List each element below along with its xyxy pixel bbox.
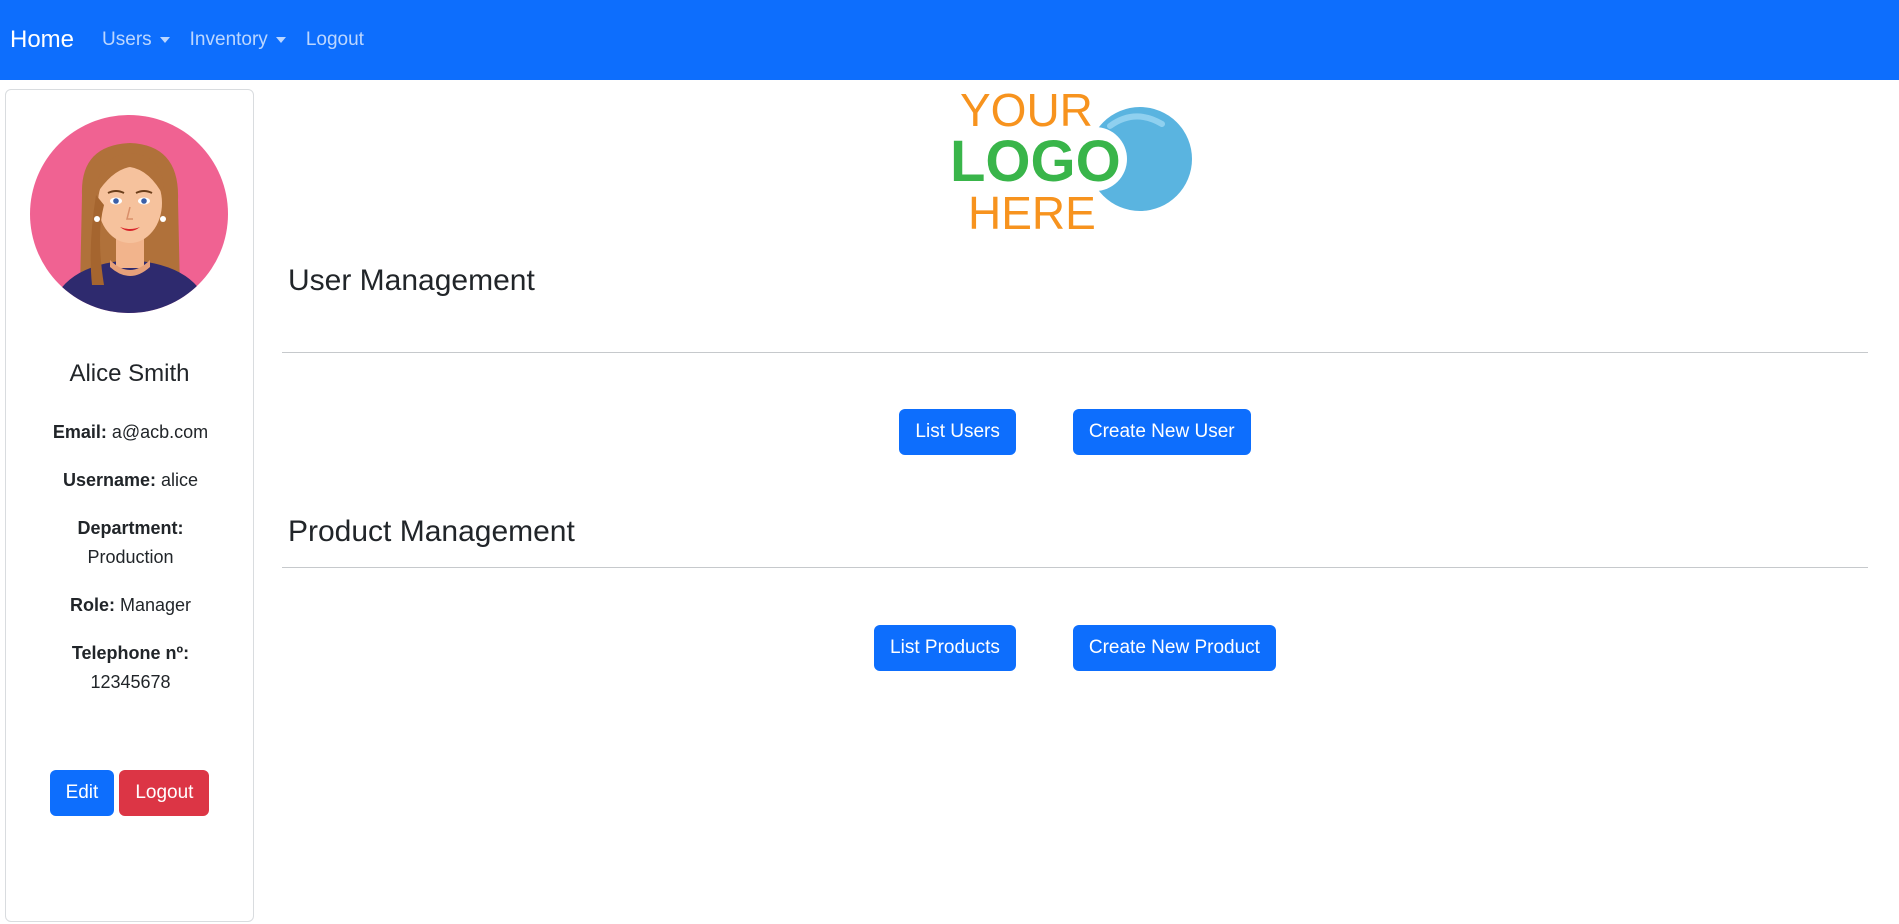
- department-label: Department:: [77, 518, 184, 538]
- profile-role: Role: Manager: [26, 591, 235, 620]
- user-management-title: User Management: [288, 264, 535, 297]
- profile-card: Alice Smith Email: a@acb.com Username: a…: [5, 89, 254, 922]
- profile-email: Email: a@acb.com: [26, 418, 235, 447]
- section-divider: [282, 567, 1868, 568]
- list-products-button[interactable]: List Products: [874, 625, 1016, 671]
- nav-users-dropdown[interactable]: Users: [102, 29, 170, 51]
- edit-profile-button[interactable]: Edit: [49, 770, 115, 816]
- product-management-title: Product Management: [288, 515, 575, 548]
- profile-name: Alice Smith: [69, 360, 190, 387]
- profile-department: Department: Production: [26, 514, 235, 572]
- logo-line2: LOGO: [950, 129, 1121, 194]
- top-navbar: Home Users Inventory Logout: [0, 0, 1899, 80]
- company-logo: YOUR LOGO HERE: [950, 84, 1200, 239]
- nav-logout-label: Logout: [305, 29, 364, 50]
- role-value: Manager: [119, 595, 192, 615]
- nav-users-label: Users: [102, 29, 152, 50]
- username-label: Username:: [62, 470, 156, 490]
- create-product-button[interactable]: Create New Product: [1072, 625, 1276, 671]
- department-value: Production: [87, 547, 174, 567]
- create-user-button[interactable]: Create New User: [1072, 409, 1251, 455]
- user-management-actions: List Users Create New User: [282, 409, 1868, 455]
- username-value: alice: [161, 470, 199, 490]
- profile-telephone: Telephone nº: 12345678: [26, 639, 235, 697]
- chevron-down-icon: [159, 37, 170, 43]
- nav-inventory-dropdown[interactable]: Inventory: [190, 29, 286, 51]
- nav-logout-link[interactable]: Logout: [306, 29, 364, 51]
- chevron-down-icon: [275, 37, 286, 43]
- email-value: a@acb.com: [111, 422, 209, 442]
- nav-home-link[interactable]: Home: [10, 26, 74, 54]
- avatar: [30, 115, 228, 313]
- list-users-button[interactable]: List Users: [899, 409, 1016, 455]
- email-label: Email:: [52, 422, 107, 442]
- profile-actions: Edit Logout: [6, 770, 253, 816]
- profile-username: Username: alice: [26, 466, 235, 495]
- telephone-label: Telephone nº:: [71, 643, 190, 663]
- logo-image: YOUR LOGO HERE: [950, 84, 1192, 239]
- product-management-actions: List Products Create New Product: [282, 625, 1868, 671]
- logo-line3: HERE: [968, 187, 1096, 236]
- telephone-value: 12345678: [90, 672, 171, 692]
- logout-button[interactable]: Logout: [119, 770, 210, 816]
- section-divider: [282, 352, 1868, 353]
- woman-avatar-icon: [50, 143, 210, 313]
- nav-inventory-label: Inventory: [189, 29, 268, 50]
- role-label: Role:: [69, 595, 115, 615]
